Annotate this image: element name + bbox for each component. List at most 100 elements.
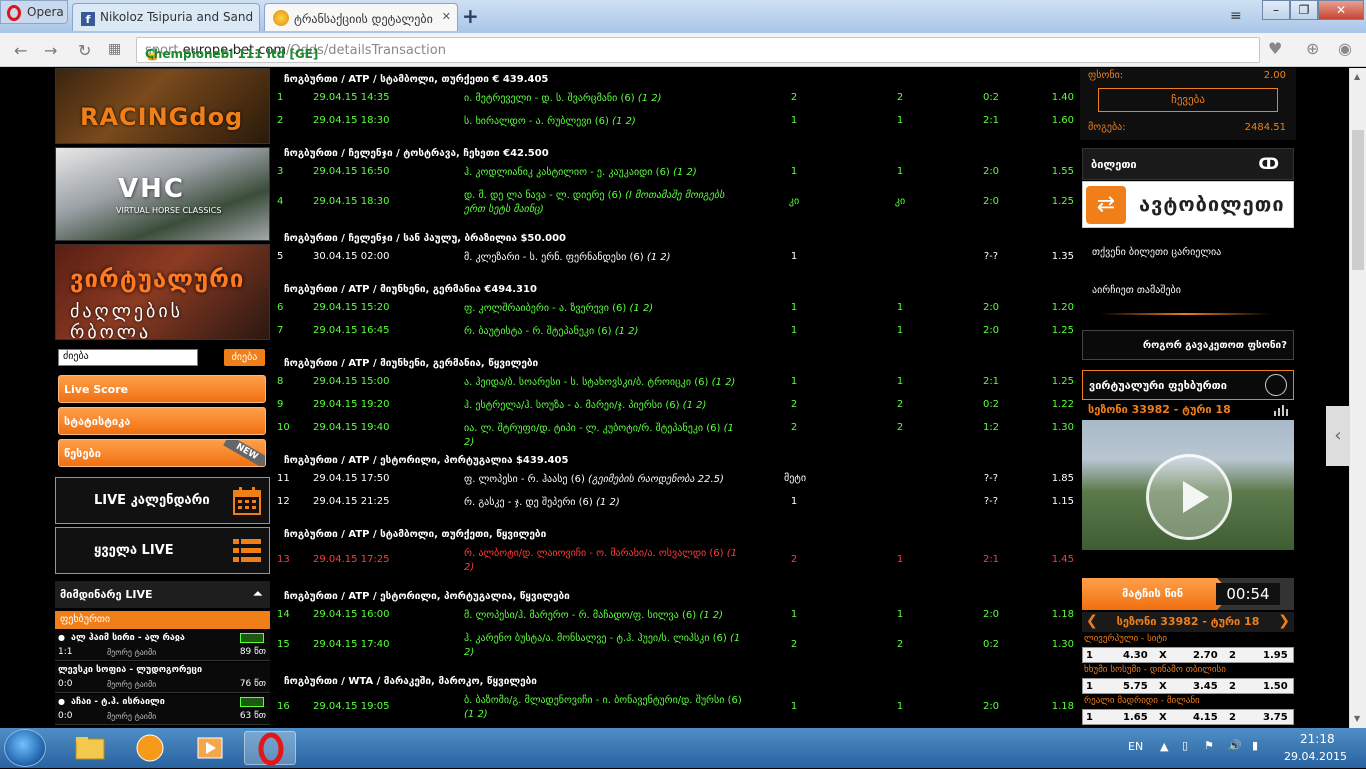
ticket-toggle-icon[interactable]: ↀ <box>1258 154 1279 173</box>
odd-2[interactable]: 3.75 <box>1263 712 1288 723</box>
virtual-match-video[interactable] <box>1082 420 1294 550</box>
play-icon[interactable] <box>1146 454 1232 540</box>
statistics-button[interactable]: სტატისტიკა <box>58 407 266 435</box>
close-tab-icon[interactable]: ✕ <box>442 10 451 23</box>
opera-taskbar-icon[interactable] <box>244 731 296 766</box>
scroll-thumb[interactable] <box>1352 130 1364 270</box>
transaction-row: 9 29.04.15 19:20 ჰ. ესტრელა/ჰ. სოუზა - ა. … <box>276 399 1076 421</box>
minimize-button[interactable]: – <box>1262 0 1290 20</box>
transaction-row: 16 29.04.15 19:05 ბ. ბაზომი/გ. მლადენოვიჩი… <box>276 694 1076 726</box>
outcome-2-label: 2 <box>1229 681 1236 692</box>
new-tab-button[interactable]: + <box>462 4 479 28</box>
odd-1[interactable]: 1.65 <box>1123 712 1148 723</box>
live-match-row[interactable]: ● აჩაი - ტ.ჰ. ისრაილი 0:0 მეორე ტაიმი 63 … <box>55 694 270 725</box>
event-date: 29.04.15 15:00 <box>313 376 390 387</box>
tab-facebook[interactable]: f Nikoloz Tsipuria and Sand <box>72 3 260 31</box>
download-icon[interactable]: ⊕ <box>1306 39 1319 58</box>
volume-icon[interactable]: 🔊 <box>1228 739 1242 752</box>
event-market: (6) <box>727 695 742 706</box>
device-icon[interactable]: ▯ <box>1182 739 1188 752</box>
virtual-horse-banner[interactable]: VHC VIRTUAL HORSE CLASSICS <box>55 147 270 241</box>
bet-choice: 1 <box>790 115 798 126</box>
back-icon[interactable]: ← <box>14 41 27 60</box>
odd-2[interactable]: 1.95 <box>1263 650 1288 661</box>
page-scrollbar[interactable]: ▲ ▼ <box>1349 68 1366 728</box>
all-live-button[interactable]: ყველა LIVE <box>55 527 270 574</box>
live-match-row[interactable]: ● ალ ჰაიმ სირი - ალ რაჲა 1:1 მეორე ტაიმი … <box>55 630 270 661</box>
url-field[interactable]: 🔒 Chempionebi 111 ltd [GE] sport.europe-be… <box>136 37 1260 63</box>
reload-icon[interactable]: ↻ <box>78 41 91 60</box>
odd-1[interactable]: 4.30 <box>1123 650 1148 661</box>
live-score-button[interactable]: Live Score <box>58 375 266 403</box>
side-panel-handle[interactable]: ‹ <box>1326 406 1350 466</box>
event-note: (1 2) <box>629 303 654 314</box>
scroll-up-icon[interactable]: ▲ <box>1354 72 1360 81</box>
event-date: 29.04.15 19:20 <box>313 399 390 410</box>
profile-icon[interactable]: ◉ <box>1338 39 1352 58</box>
scroll-down-icon[interactable]: ▼ <box>1354 714 1360 723</box>
event-name: რ. ბაუტისტა - რ. შტეპანეკი (6) (1 2) <box>464 325 744 339</box>
tab-menu-icon[interactable]: ≡ <box>1230 8 1242 24</box>
event-market: (6) <box>665 400 680 411</box>
flag-icon[interactable]: ⚑ <box>1204 739 1214 752</box>
live-sport-football[interactable]: ფეხბურთი <box>55 611 270 629</box>
ticket-header[interactable]: ბილეთი ↀ <box>1082 148 1294 180</box>
search-button[interactable]: ძიება <box>224 349 265 366</box>
live-calendar-button[interactable]: LIVE კალენდარი <box>55 477 270 524</box>
virtual-football-header[interactable]: ვირტუალური ფეხბურთი <box>1082 370 1294 400</box>
result: 2 <box>896 399 904 410</box>
close-window-button[interactable]: ✕ <box>1318 0 1364 20</box>
bet-choice: 2 <box>790 92 798 103</box>
autobet-banner[interactable]: ⇄ ავტობილეთი <box>1082 181 1294 228</box>
tab-transaction-details[interactable]: ტრანსაქციის დეტალები ✕ <box>264 3 458 31</box>
odd-x[interactable]: 2.70 <box>1193 650 1218 661</box>
event-teams: ს. ხირალდო - ა. რუბლევი <box>464 116 592 127</box>
prev-arrow-icon[interactable]: ❮ <box>1086 613 1098 629</box>
result: 2 <box>896 92 904 103</box>
media-center-taskbar-icon[interactable] <box>124 731 176 765</box>
clock-time[interactable]: 21:18 <box>1300 732 1335 746</box>
media-player-taskbar-icon[interactable] <box>184 731 236 765</box>
odd-value: 1.85 <box>1051 473 1074 484</box>
search-input[interactable]: ძიება <box>58 349 198 366</box>
collapse-caret-icon[interactable]: ⏶ <box>253 587 262 601</box>
event-teams: რ. ბაუტისტა - რ. შტეპანეკი <box>464 326 595 337</box>
tray-arrow-icon[interactable]: ▲ <box>1160 740 1168 753</box>
section-header: ჩოგბურთი / ჩელენჯი / ტოსტრავა, ჩეხეთი €4… <box>284 148 549 159</box>
forward-icon[interactable]: → <box>44 41 57 60</box>
event-name: მ. კლეზარი - ს. ერნ. ფერნანდესი (6) (1 2… <box>464 251 744 265</box>
network-icon[interactable]: ▮ <box>1252 739 1258 752</box>
event-teams: ია. ლ. შტრუფი/დ. ტიპი - ლ. კუბოტი/რ. შტე… <box>464 423 704 434</box>
language-indicator[interactable]: EN <box>1128 740 1143 753</box>
event-market: (6) <box>712 633 727 644</box>
row-number: 11 <box>277 473 290 484</box>
odd-x[interactable]: 3.45 <box>1193 681 1218 692</box>
outcome-1-label: 1 <box>1086 681 1093 692</box>
live-match-row[interactable]: ლევსკი სოფია - ლუდოგორეცი 0:0 მეორე ტაიმ… <box>55 662 270 693</box>
outcome-2-label: 2 <box>1229 650 1236 661</box>
choose-button[interactable]: ჩევება <box>1098 88 1278 112</box>
stats-bars-icon[interactable] <box>1274 405 1288 416</box>
speed-dial-icon[interactable]: ▦ <box>108 41 121 57</box>
result: 1 <box>896 376 904 387</box>
odd-x[interactable]: 4.15 <box>1193 712 1218 723</box>
opera-menu-button[interactable]: Opera <box>0 0 68 24</box>
rules-button[interactable]: წესები NEW <box>58 439 266 467</box>
maximize-button[interactable]: ❐ <box>1290 0 1318 20</box>
season-round-label: სეზონი 33982 - ტური 18 <box>1088 403 1231 416</box>
current-live-header[interactable]: მიმდინარე LIVE ⏶ <box>55 581 270 608</box>
bookmark-heart-icon[interactable]: ♥ <box>1268 39 1282 58</box>
transaction-row: 10 29.04.15 19:40 ია. ლ. შტრუფი/დ. ტიპი - … <box>276 422 1076 448</box>
clock-date[interactable]: 29.04.2015 <box>1284 750 1347 763</box>
explorer-taskbar-icon[interactable] <box>64 731 116 765</box>
next-arrow-icon[interactable]: ❯ <box>1278 613 1290 629</box>
event-note: (გეიმების რაოდენობა 22.5) <box>588 474 724 485</box>
odd-1[interactable]: 5.75 <box>1123 681 1148 692</box>
racing-dog-banner[interactable]: RACINGdog <box>55 68 270 144</box>
odd-2[interactable]: 1.50 <box>1263 681 1288 692</box>
start-button[interactable] <box>4 729 46 767</box>
odd-value: 1.25 <box>1051 196 1074 207</box>
how-to-bet-link[interactable]: როგორ გავაკეთოთ ფსონი? <box>1082 330 1294 360</box>
result: 1 <box>896 302 904 313</box>
virtual-dog-racing-banner[interactable]: ვირტუალური ძაღლების რბოლა <box>55 244 270 340</box>
